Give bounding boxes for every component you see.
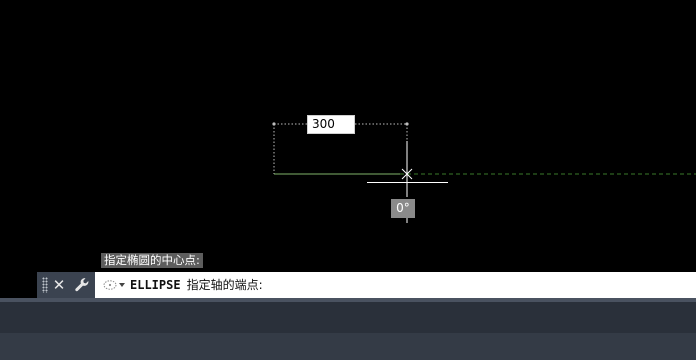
status-bar <box>0 332 696 360</box>
close-icon[interactable]: ✕ <box>52 275 66 295</box>
layout-tabs-area <box>0 302 696 332</box>
command-input[interactable]: ELLIPSE 指定轴的端点: <box>95 272 696 298</box>
dimension-endpoint-right <box>405 122 409 126</box>
command-line-handle[interactable]: ✕ <box>37 272 95 298</box>
command-history-line: 指定椭圆的中心点: <box>101 253 203 268</box>
dynamic-input-length[interactable]: 300 <box>307 115 355 134</box>
grip-handle-icon[interactable] <box>42 277 48 293</box>
recent-commands-icon[interactable] <box>101 278 127 292</box>
wrench-icon[interactable] <box>73 276 91 294</box>
command-prompt: ELLIPSE 指定轴的端点: <box>130 272 263 298</box>
drawing-canvas[interactable]: 300 0° 指定椭圆的中心点: <box>0 0 696 298</box>
command-line-bar: ✕ ELLIPSE 指定轴的端点: <box>37 272 696 298</box>
dimension-endpoint-left <box>272 122 276 126</box>
angle-tooltip: 0° <box>391 199 415 218</box>
command-name: ELLIPSE <box>130 278 181 292</box>
command-prompt-text: 指定轴的端点: <box>186 278 263 292</box>
